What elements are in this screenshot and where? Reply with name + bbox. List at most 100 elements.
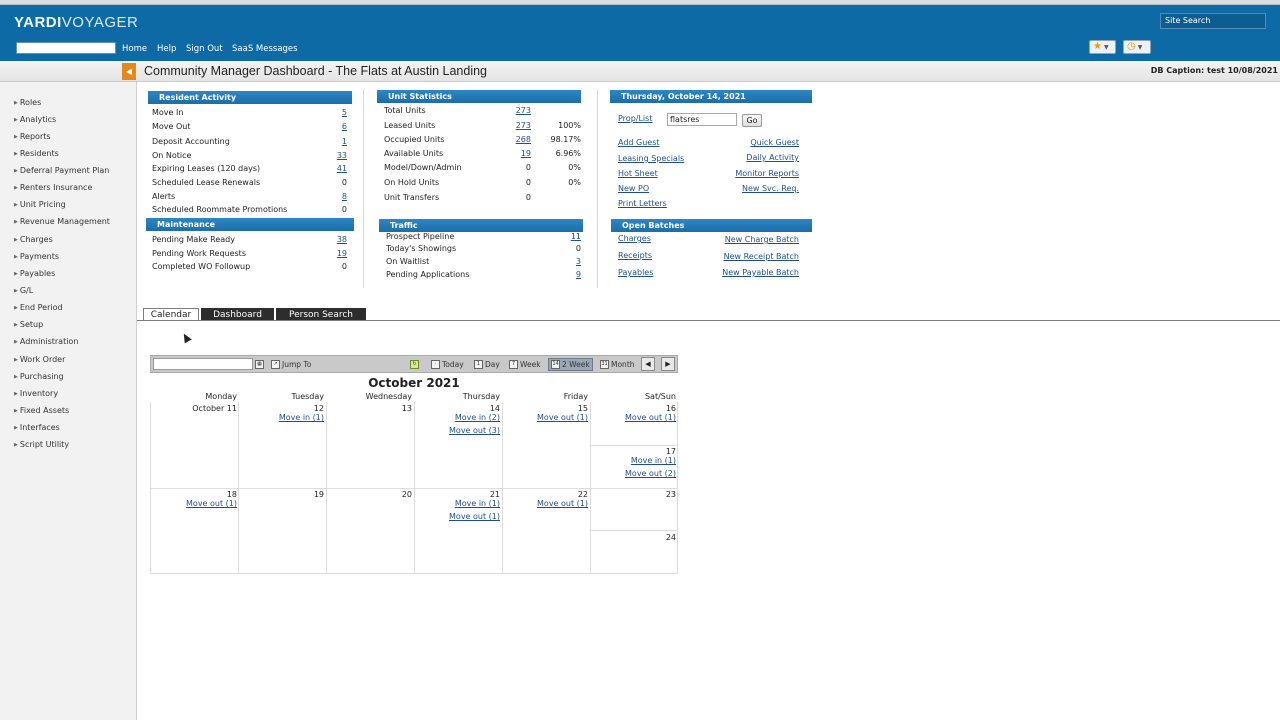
property-input[interactable]: flatsres (667, 113, 737, 126)
new-payable-batch-link[interactable]: New Payable Batch (722, 268, 799, 277)
sidebar-item-analytics[interactable]: ▶ Analytics (14, 115, 56, 124)
calendar-event-link[interactable]: Move out (1) (502, 413, 588, 422)
sidebar-item-reports[interactable]: ▶ Reports (14, 132, 51, 141)
leased-units-label: Leased Units (384, 121, 436, 130)
sidebar-item-end-period[interactable]: ▶ End Period (14, 303, 63, 312)
new-svc-req-link[interactable]: New Svc. Req. (742, 184, 799, 193)
day-view-button[interactable]: 1 Day (474, 359, 500, 370)
calendar-event-link[interactable]: Move in (1) (414, 499, 500, 508)
alerts-label: Alerts (152, 192, 176, 201)
nav-sign-out-link[interactable]: Sign Out (186, 44, 223, 54)
nav-home-link[interactable]: Home (122, 44, 147, 54)
jump-to-button[interactable]: ↗ Jump To (271, 359, 311, 370)
yardi-voyager-logo[interactable]: YARDIVOYAGER (14, 14, 138, 31)
next-period-button[interactable]: ▶ (661, 357, 675, 371)
refresh-button[interactable]: ↻ (410, 359, 419, 370)
sidebar-item-deferral-payment-plan[interactable]: ▶ Deferral Payment Plan (14, 166, 109, 175)
today-view-button[interactable]: · Today (431, 359, 464, 370)
sidebar-item-roles[interactable]: ▶ Roles (14, 98, 41, 107)
daily-activity-link[interactable]: Daily Activity (746, 153, 799, 162)
sidebar-item-label: Analytics (19, 115, 57, 124)
calendar-event-link[interactable]: Move in (1) (238, 413, 324, 422)
leased-units-count-link[interactable]: 273 (506, 121, 531, 130)
site-search-input[interactable]: Site Search (1160, 13, 1266, 29)
sidebar-item-payables[interactable]: ▶ Payables (14, 269, 55, 278)
menu-search-input[interactable] (16, 42, 116, 54)
prospect-pipeline-count-link[interactable]: 11 (556, 232, 581, 241)
hot-sheet-link[interactable]: Hot Sheet (618, 169, 658, 178)
available-units-count-link[interactable]: 19 (506, 149, 531, 158)
deposit-accounting-count-link[interactable]: 1 (327, 137, 347, 146)
calendar-event-link[interactable]: Move out (3) (414, 426, 500, 435)
move-in-label: Move In (152, 108, 184, 117)
today-icon: · (431, 360, 440, 369)
payables-batch-link[interactable]: Payables (618, 268, 653, 277)
sidebar-item-revenue-management[interactable]: ▶ Revenue Management (14, 217, 110, 226)
completed-wo-followup-count: 0 (341, 262, 347, 271)
calendar-event-link[interactable]: Move out (1) (502, 499, 588, 508)
day-number-oct-23: 23 (665, 490, 676, 499)
alerts-count-link[interactable]: 8 (327, 192, 347, 201)
scheduled-lease-renewals-count: 0 (341, 178, 347, 187)
charges-batch-link[interactable]: Charges (618, 234, 651, 243)
on-waitlist-count-link[interactable]: 3 (556, 257, 581, 266)
calendar-event-link[interactable]: Move out (2) (590, 469, 676, 478)
sidebar-item-setup[interactable]: ▶ Setup (14, 320, 43, 329)
nav-help-link[interactable]: Help (157, 44, 176, 54)
prop-list-link[interactable]: Prop/List (618, 114, 652, 123)
pending-work-requests-count-link[interactable]: 19 (327, 249, 347, 258)
collapse-sidebar-button[interactable]: ◀ (122, 63, 136, 80)
date-picker-button[interactable]: ▦ (255, 359, 264, 370)
sidebar-item-purchasing[interactable]: ▶ Purchasing (14, 372, 64, 381)
print-letters-link[interactable]: Print Letters (618, 199, 667, 208)
calendar-date-input[interactable] (153, 358, 253, 370)
favorites-button[interactable]: ★ ▼ (1089, 40, 1116, 54)
total-units-count-link[interactable]: 273 (506, 106, 531, 115)
occupied-units-count-link[interactable]: 268 (506, 135, 531, 144)
sidebar-item-renters-insurance[interactable]: ▶ Renters Insurance (14, 183, 92, 192)
sidebar-item-charges[interactable]: ▶ Charges (14, 235, 53, 244)
sidebar-item-administration[interactable]: ▶ Administration (14, 337, 78, 346)
scheduled-lease-renewals-label: Scheduled Lease Renewals (152, 178, 261, 187)
pending-make-ready-count-link[interactable]: 38 (327, 235, 347, 244)
move-out-count-link[interactable]: 6 (327, 122, 347, 131)
calendar-event-link[interactable]: Move out (1) (414, 512, 500, 521)
leasing-specials-link[interactable]: Leasing Specials (618, 154, 684, 163)
sidebar-item-work-order[interactable]: ▶ Work Order (14, 355, 65, 364)
monitor-reports-link[interactable]: Monitor Reports (735, 169, 799, 178)
go-button[interactable]: Go (742, 114, 762, 127)
chevron-down-icon: ▼ (1137, 43, 1143, 51)
sidebar-item-script-utility[interactable]: ▶ Script Utility (14, 440, 69, 449)
sidebar-item-inventory[interactable]: ▶ Inventory (14, 389, 58, 398)
new-po-link[interactable]: New PO (618, 184, 649, 193)
calendar-event-link[interactable]: Move in (2) (414, 413, 500, 422)
on-notice-count-link[interactable]: 33 (327, 151, 347, 160)
calendar-event-link[interactable]: Move out (1) (150, 499, 237, 508)
expiring-leases-count-link[interactable]: 41 (327, 164, 347, 173)
week-view-button[interactable]: 7 Week (509, 359, 541, 370)
month-view-button[interactable]: 31 Month (600, 359, 635, 370)
sidebar-item-unit-pricing[interactable]: ▶ Unit Pricing (14, 200, 66, 209)
today-label: Today (442, 360, 464, 369)
new-receipt-batch-link[interactable]: New Receipt Batch (724, 252, 799, 261)
recent-history-button[interactable]: ◷ ▼ (1123, 40, 1151, 54)
move-in-count-link[interactable]: 5 (327, 108, 347, 117)
day-icon: 1 (474, 360, 483, 369)
sidebar-item-gl[interactable]: ▶ G/L (14, 286, 33, 295)
sidebar-item-residents[interactable]: ▶ Residents (14, 149, 59, 158)
scheduled-roommate-promotions-label: Scheduled Roommate Promotions (152, 205, 288, 214)
sidebar-item-payments[interactable]: ▶ Payments (14, 252, 59, 261)
previous-period-button[interactable]: ◀ (641, 357, 655, 371)
quick-guest-link[interactable]: Quick Guest (750, 138, 799, 147)
two-week-view-button[interactable]: 14 2 Week (548, 358, 593, 371)
calendar-event-link[interactable]: Move out (1) (590, 413, 676, 422)
nav-saas-messages-link[interactable]: SaaS Messages (232, 44, 298, 54)
sidebar-item-fixed-assets[interactable]: ▶ Fixed Assets (14, 406, 69, 415)
expiring-leases-label: Expiring Leases (120 days) (152, 164, 261, 173)
new-charge-batch-link[interactable]: New Charge Batch (725, 235, 799, 244)
calendar-event-link[interactable]: Move in (1) (590, 456, 676, 465)
receipts-batch-link[interactable]: Receipts (618, 251, 652, 260)
add-guest-link[interactable]: Add Guest (618, 138, 660, 147)
pending-applications-count-link[interactable]: 9 (556, 270, 581, 279)
sidebar-item-interfaces[interactable]: ▶ Interfaces (14, 423, 60, 432)
